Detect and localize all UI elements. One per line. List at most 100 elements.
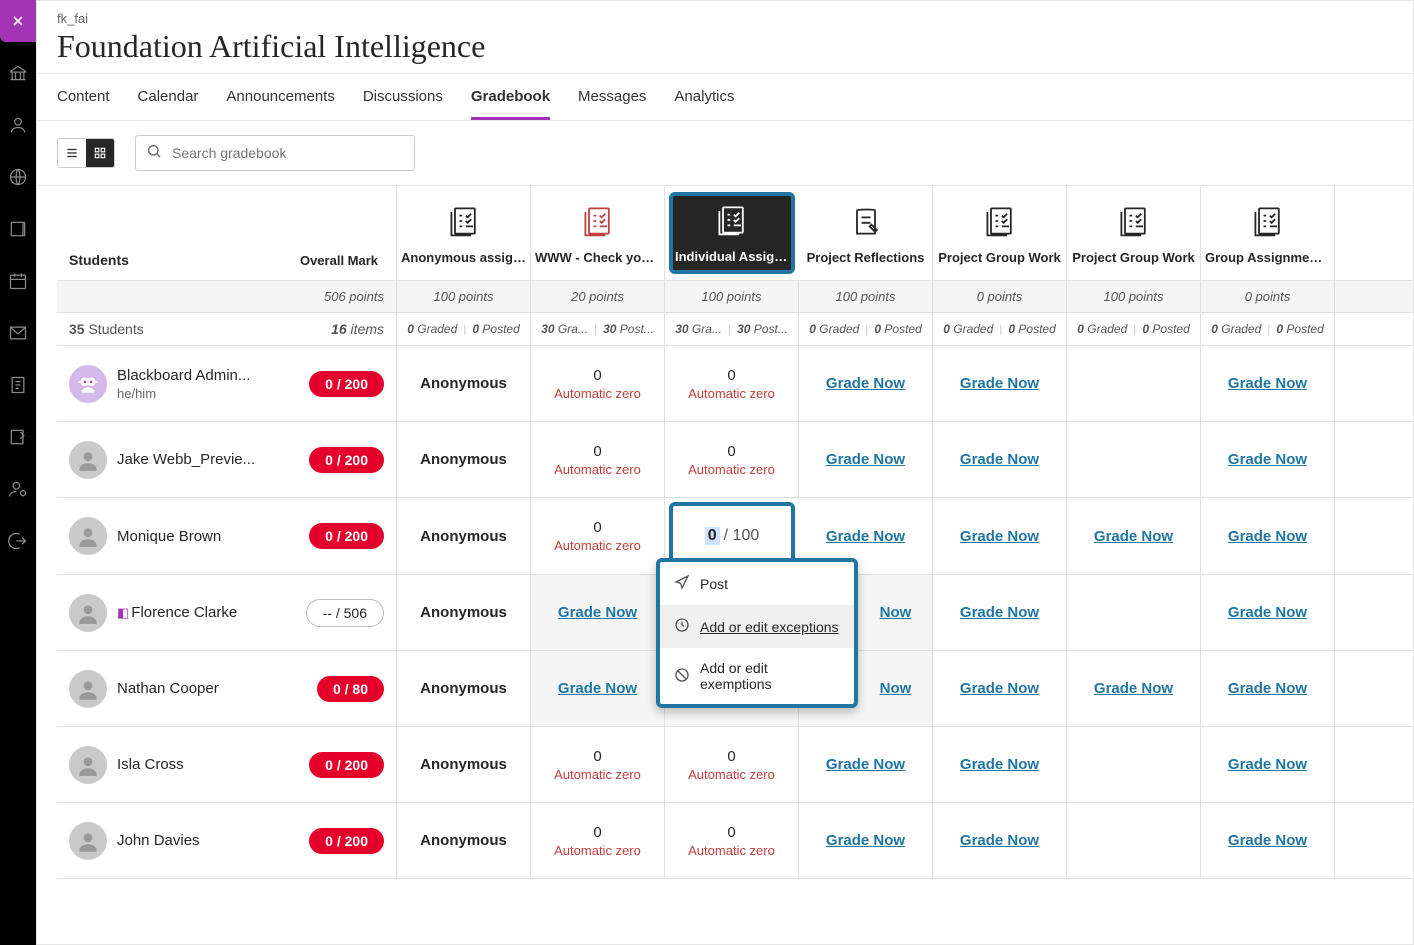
calendar-icon[interactable] xyxy=(0,260,36,302)
anonymous-cell[interactable]: Anonymous xyxy=(397,422,531,497)
grade-cell[interactable]: 0Automatic zero xyxy=(531,803,665,878)
overall-pill[interactable]: 0 / 80 xyxy=(317,676,384,702)
grade-now-link[interactable]: Grade Now xyxy=(933,803,1067,878)
overall-pill[interactable]: -- / 506 xyxy=(306,599,384,627)
grade-cell[interactable]: 0Automatic zero xyxy=(665,422,799,497)
column-points: 100 points xyxy=(1067,281,1201,312)
grade-cell[interactable]: 0Automatic zero xyxy=(531,727,665,802)
menu-item-ban[interactable]: Add or edit exemptions xyxy=(660,648,854,704)
anonymous-cell[interactable]: Anonymous xyxy=(397,803,531,878)
grade-now-link[interactable]: Grade Now xyxy=(1201,575,1335,650)
grade-cell[interactable]: 0Automatic zero xyxy=(531,346,665,421)
column-header[interactable]: Individual Assignm... xyxy=(669,192,795,274)
column-header[interactable]: Anonymous assign... xyxy=(397,186,531,280)
grade-now-link[interactable]: Grade Now xyxy=(1201,803,1335,878)
tab-content[interactable]: Content xyxy=(57,74,110,120)
anonymous-cell[interactable]: Anonymous xyxy=(397,727,531,802)
grade-cell[interactable]: 0Automatic zero xyxy=(531,498,665,574)
avatar xyxy=(69,822,107,860)
column-status: 0 Graded|0 Posted xyxy=(933,313,1067,345)
grade-cell[interactable]: 0Automatic zero xyxy=(665,803,799,878)
grid-view-button[interactable] xyxy=(86,139,114,167)
breadcrumb: fk_fai xyxy=(57,11,1393,26)
grade-now-link[interactable]: Grade Now xyxy=(799,727,933,802)
overall-pill[interactable]: 0 / 200 xyxy=(309,371,384,397)
column-header[interactable]: WWW - Check your ... xyxy=(531,186,665,280)
anonymous-cell[interactable]: Anonymous xyxy=(397,575,531,650)
grade-now-link[interactable]: Grade Now xyxy=(933,498,1067,574)
tab-calendar[interactable]: Calendar xyxy=(138,74,199,120)
grade-now-link[interactable]: Grade Now xyxy=(1201,498,1335,574)
menu-item-clock[interactable]: Add or edit exceptions xyxy=(660,605,854,648)
menu-item-send[interactable]: Post xyxy=(660,562,854,605)
overall-pill[interactable]: 0 / 200 xyxy=(309,752,384,778)
student-cell[interactable]: Monique Brown0 / 200 xyxy=(57,498,397,574)
tab-messages[interactable]: Messages xyxy=(578,74,646,120)
activity-icon[interactable] xyxy=(0,156,36,198)
signout-icon[interactable] xyxy=(0,520,36,562)
column-header[interactable]: Project Reflections xyxy=(799,186,933,280)
search-icon xyxy=(146,143,162,164)
student-cell[interactable]: Nathan Cooper0 / 80 xyxy=(57,651,397,726)
grade-now-link[interactable]: Grade Now xyxy=(933,346,1067,421)
admin-icon[interactable] xyxy=(0,468,36,510)
anonymous-cell[interactable]: Anonymous xyxy=(397,498,531,574)
grade-now-link[interactable]: Grade Now xyxy=(933,422,1067,497)
grade-cell[interactable]: 0Automatic zero xyxy=(531,422,665,497)
column-header[interactable]: Project Group Work xyxy=(1067,186,1201,280)
overall-pill[interactable]: 0 / 200 xyxy=(309,828,384,854)
column-status: 0 Graded|0 Posted xyxy=(397,313,531,345)
student-cell[interactable]: Jake Webb_Previe...0 / 200 xyxy=(57,422,397,497)
column-header[interactable]: Group Assignment 1 xyxy=(1201,186,1335,280)
close-panel-button[interactable] xyxy=(0,0,36,42)
grade-now-link[interactable]: Grade Now xyxy=(933,575,1067,650)
empty-cell xyxy=(1067,422,1201,497)
grade-now-link[interactable]: Grade Now xyxy=(1201,651,1335,726)
empty-cell xyxy=(1067,727,1201,802)
grade-cell[interactable]: 0Automatic zero xyxy=(665,346,799,421)
grade-now-link[interactable]: Grade Now xyxy=(1201,422,1335,497)
avatar xyxy=(69,746,107,784)
search-input[interactable] xyxy=(170,144,404,162)
ban-icon xyxy=(674,667,690,686)
grade-now-link[interactable]: Grade Now xyxy=(799,803,933,878)
courses-icon[interactable] xyxy=(0,208,36,250)
column-points: 0 points xyxy=(1201,281,1335,312)
student-cell[interactable]: ◧Florence Clarke-- / 506 xyxy=(57,575,397,650)
grade-now-link[interactable]: Grade Now xyxy=(1201,346,1335,421)
tools-icon[interactable] xyxy=(0,416,36,458)
empty-cell xyxy=(1067,575,1201,650)
tab-gradebook[interactable]: Gradebook xyxy=(471,74,550,120)
grade-now-link[interactable]: Grade Now xyxy=(1201,727,1335,802)
profile-icon[interactable] xyxy=(0,104,36,146)
column-points: 100 points xyxy=(665,281,799,312)
grade-now-link[interactable]: Grade Now xyxy=(933,727,1067,802)
avatar xyxy=(69,594,107,632)
grade-now-link[interactable]: Grade Now xyxy=(933,651,1067,726)
anonymous-cell[interactable]: Anonymous xyxy=(397,346,531,421)
messages-icon[interactable] xyxy=(0,312,36,354)
overall-pill[interactable]: 0 / 200 xyxy=(309,447,384,473)
student-cell[interactable]: Isla Cross0 / 200 xyxy=(57,727,397,802)
tab-discussions[interactable]: Discussions xyxy=(363,74,443,120)
grade-now-link[interactable]: Grade Now xyxy=(1067,651,1201,726)
grade-now-link[interactable]: Grade Now xyxy=(799,346,933,421)
student-cell[interactable]: Blackboard Admin...he/him0 / 200 xyxy=(57,346,397,421)
tab-announcements[interactable]: Announcements xyxy=(226,74,334,120)
assignment-icon xyxy=(580,203,616,242)
course-header: fk_fai Foundation Artificial Intelligenc… xyxy=(37,1,1413,74)
grades-icon[interactable] xyxy=(0,364,36,406)
tab-analytics[interactable]: Analytics xyxy=(674,74,734,120)
overall-pill[interactable]: 0 / 200 xyxy=(309,523,384,549)
column-header[interactable]: Project Group Work xyxy=(933,186,1067,280)
grade-now-link[interactable]: Grade Now xyxy=(799,422,933,497)
empty-cell xyxy=(1067,803,1201,878)
student-cell[interactable]: John Davies0 / 200 xyxy=(57,803,397,878)
institution-icon[interactable] xyxy=(0,52,36,94)
grade-cell[interactable]: 0Automatic zero xyxy=(665,727,799,802)
list-view-button[interactable] xyxy=(58,139,86,167)
grade-now-link[interactable]: Grade Now xyxy=(531,575,665,650)
grade-now-link[interactable]: Grade Now xyxy=(531,651,665,726)
grade-now-link[interactable]: Grade Now xyxy=(1067,498,1201,574)
anonymous-cell[interactable]: Anonymous xyxy=(397,651,531,726)
